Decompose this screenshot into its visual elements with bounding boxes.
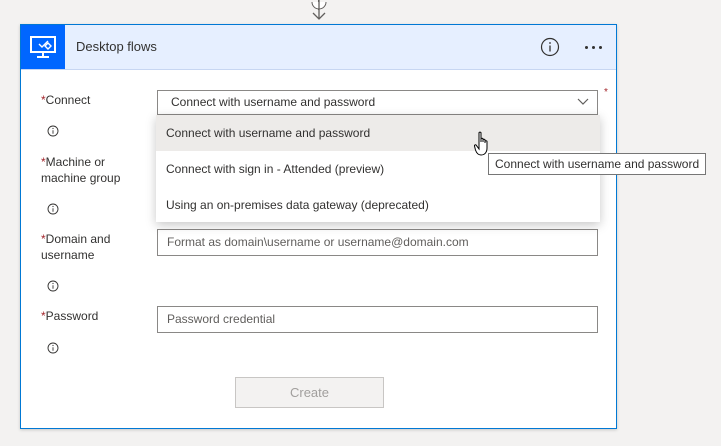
desktop-flows-card: Desktop flows *Connect Connect with user…: [20, 24, 617, 429]
more-icon-dot: [584, 45, 588, 49]
flow-connector-arrow-icon: [311, 0, 327, 20]
info-button[interactable]: [540, 37, 560, 57]
info-icon: [540, 37, 560, 57]
password-input[interactable]: Password credential: [157, 306, 598, 333]
domain-username-placeholder: Format as domain\username or username@do…: [167, 235, 469, 249]
connect-label: *Connect: [41, 93, 91, 107]
domain-username-label: *Domain and username: [41, 232, 111, 262]
info-icon[interactable]: [47, 203, 59, 215]
card-title: Desktop flows: [76, 39, 157, 54]
info-icon[interactable]: [47, 125, 59, 137]
hand-pointer-cursor-icon: [474, 131, 488, 156]
tooltip: Connect with username and password: [488, 153, 707, 175]
password-placeholder: Password credential: [167, 312, 276, 326]
desktop-flow-icon: [21, 25, 65, 69]
dropdown-option-data-gateway[interactable]: Using an on-premises data gateway (depre…: [156, 187, 600, 223]
password-label: *Password: [41, 309, 99, 323]
more-options-button[interactable]: [578, 37, 608, 57]
dropdown-option-username-password[interactable]: Connect with username and password: [156, 115, 600, 151]
info-icon[interactable]: [47, 342, 59, 354]
required-marker: *: [604, 87, 608, 98]
card-header: Desktop flows: [21, 25, 616, 70]
info-icon[interactable]: [47, 280, 59, 292]
machine-label: *Machine or machine group: [41, 155, 121, 185]
connect-select-value: Connect with username and password: [171, 95, 376, 109]
create-button[interactable]: Create: [235, 377, 384, 408]
connect-select[interactable]: Connect with username and password: [157, 90, 598, 115]
chevron-down-icon: [577, 98, 589, 105]
more-icon-dot: [598, 45, 602, 49]
domain-username-input[interactable]: Format as domain\username or username@do…: [157, 229, 598, 256]
more-icon-dot: [591, 45, 595, 49]
